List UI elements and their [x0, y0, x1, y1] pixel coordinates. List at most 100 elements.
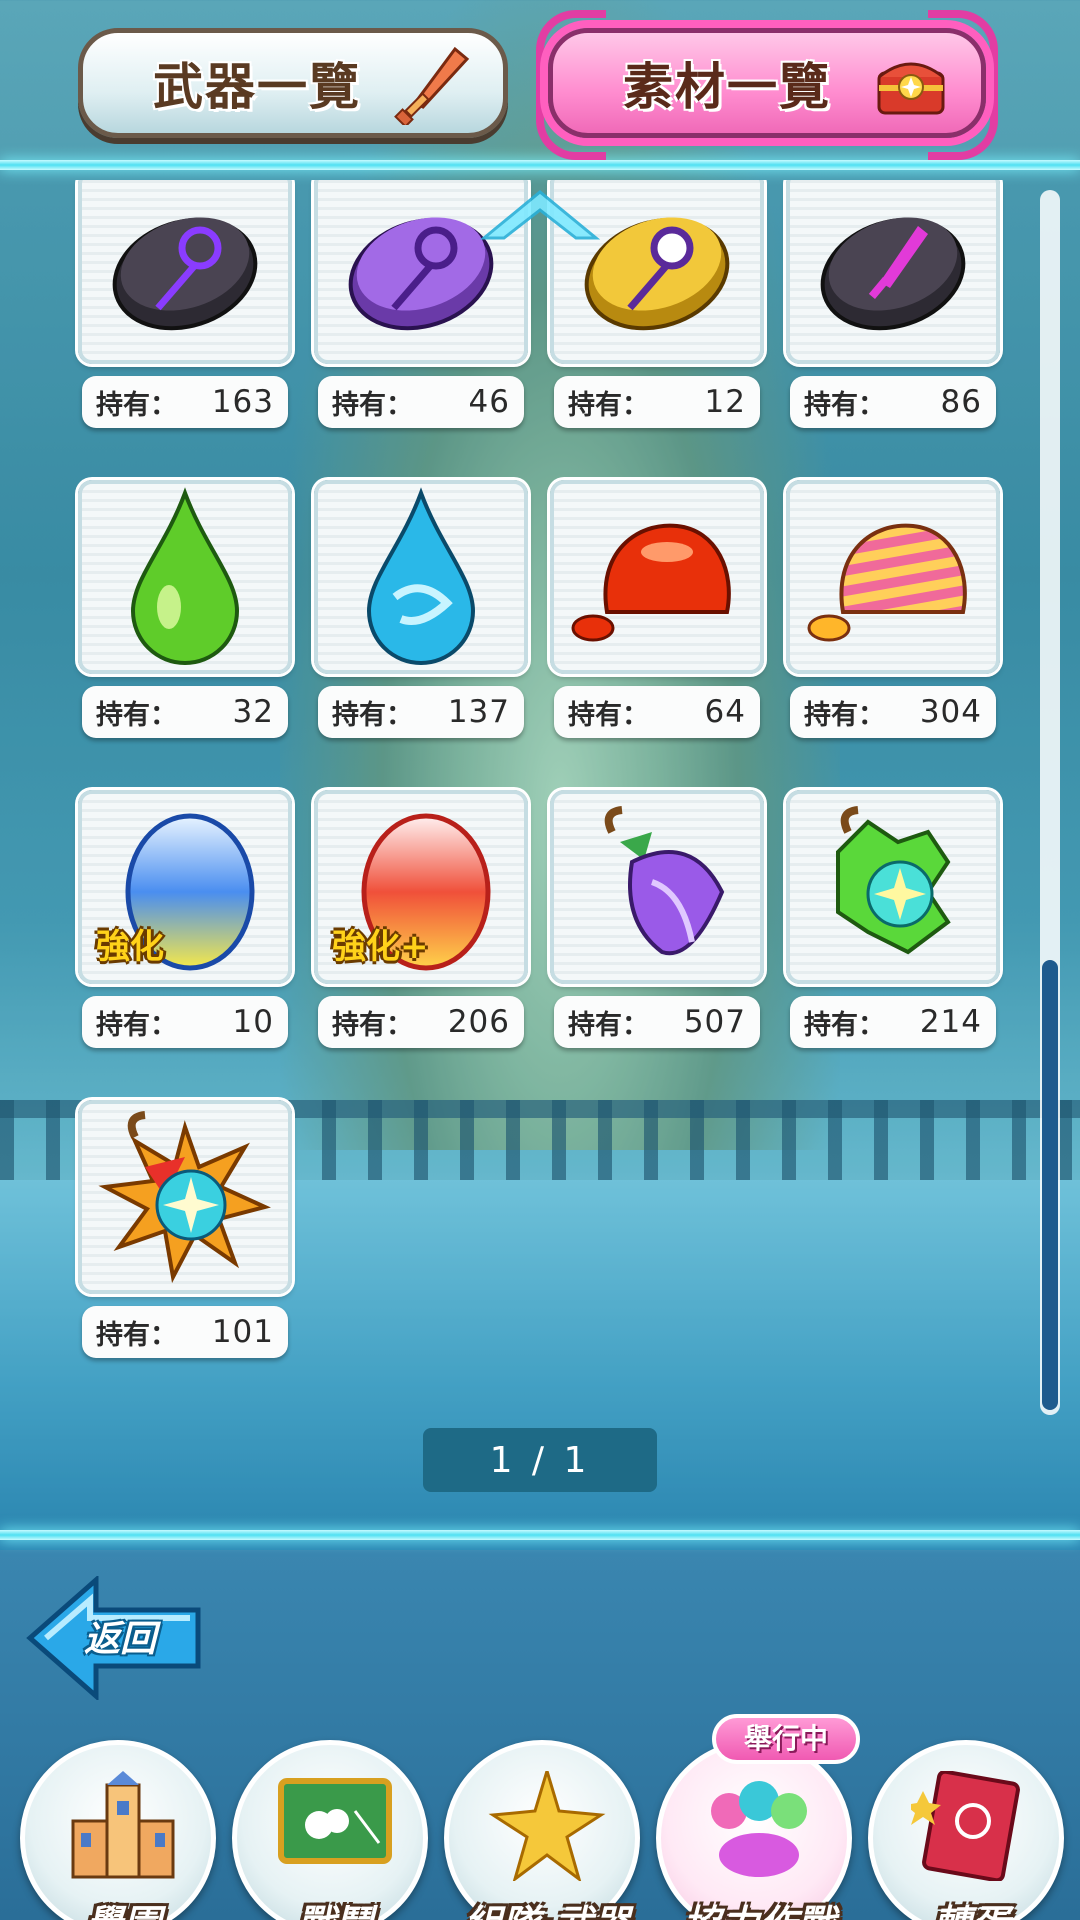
count-label: 持有：	[332, 1009, 413, 1041]
nav-coop-label: 協力作戰	[661, 1893, 857, 1920]
gacha-book-icon	[911, 1771, 1020, 1881]
material-frame	[78, 180, 292, 364]
count-value: 12	[704, 384, 746, 420]
count-label: 持有：	[804, 1009, 885, 1041]
chalkboard-icon	[278, 1778, 392, 1864]
back-button[interactable]: 返回	[26, 1574, 206, 1702]
count-label: 持有：	[96, 1319, 177, 1351]
count-label: 持有：	[96, 1009, 177, 1041]
material-count: 持有： 507	[554, 996, 760, 1048]
count-label: 持有：	[568, 699, 649, 731]
tab-weapons-label: 武器一覽	[153, 58, 361, 116]
enhance-plus-badge: 強化+	[332, 927, 429, 967]
count-value: 10	[232, 1004, 274, 1040]
count-value: 214	[919, 1004, 982, 1040]
material-count: 持有： 46	[318, 376, 524, 428]
nav-academy-label: 學園	[25, 1893, 221, 1920]
material-count: 持有： 12	[554, 376, 760, 428]
count-label: 持有：	[96, 699, 177, 731]
material-count: 持有： 10	[82, 996, 288, 1048]
material-frame	[550, 480, 764, 674]
count-label: 持有：	[804, 389, 885, 421]
count-value: 64	[704, 694, 746, 730]
nav-battle-label: 戰鬥	[237, 1893, 433, 1920]
material-item[interactable]: 持有： 304	[786, 480, 1000, 744]
material-item[interactable]: 持有： 137	[314, 480, 528, 744]
material-count: 持有： 64	[554, 686, 760, 738]
count-label: 持有：	[96, 389, 177, 421]
material-frame	[314, 480, 528, 674]
tab-bar: 武器一覽 素材一覽	[0, 0, 1080, 170]
material-count: 持有： 163	[82, 376, 288, 428]
material-item[interactable]: 持有： 101	[78, 1100, 292, 1364]
rune-stone-icon	[112, 217, 258, 331]
tab-weapons[interactable]: 武器一覽	[78, 28, 508, 138]
count-value: 507	[683, 1004, 746, 1040]
material-frame	[550, 790, 764, 984]
material-count: 持有： 86	[790, 376, 996, 428]
material-count: 持有： 304	[790, 686, 996, 738]
count-label: 持有：	[332, 389, 413, 421]
material-frame	[786, 790, 1000, 984]
material-count: 持有： 137	[318, 686, 524, 738]
count-value: 86	[940, 384, 982, 420]
nav-team-weapons[interactable]: 組隊·武器	[444, 1740, 640, 1920]
material-frame	[786, 180, 1000, 364]
back-label: 返回	[84, 1619, 157, 1660]
nav-academy[interactable]: 學園	[20, 1740, 216, 1920]
academy-building-icon	[71, 1771, 175, 1879]
bottom-nav: 學園 戰鬥 組隊·武器 協力作戰 轉蛋	[0, 1720, 1080, 1920]
materials-grid: 持有： 163 持有： 46 持有： 12 持有： 86 持有： 32 持有： …	[78, 180, 1000, 1364]
count-label: 持有：	[568, 389, 649, 421]
scrollbar-thumb[interactable]	[1042, 960, 1058, 1410]
material-count: 持有： 206	[318, 996, 524, 1048]
purple-fruit-icon	[604, 806, 725, 956]
material-item[interactable]: 持有： 163	[78, 180, 292, 434]
material-frame: 強化+	[314, 790, 528, 984]
sword-icon	[394, 46, 470, 125]
page-indicator: 1 / 1	[423, 1428, 657, 1492]
enhance-badge: 強化	[96, 927, 164, 967]
nav-battle[interactable]: 戰鬥	[232, 1740, 428, 1920]
scrollbar[interactable]	[1040, 190, 1060, 1415]
count-value: 137	[447, 694, 510, 730]
star-burst-icon	[488, 1771, 606, 1881]
panel-bottom-border	[0, 1530, 1080, 1540]
material-item[interactable]: 持有： 32	[78, 480, 292, 744]
count-label: 持有：	[804, 699, 885, 731]
event-ongoing-badge: 舉行中	[712, 1714, 860, 1764]
material-frame	[786, 480, 1000, 674]
tab-materials[interactable]: 素材一覽	[548, 28, 986, 138]
materials-scroll-area[interactable]: 持有： 163 持有： 46 持有： 12 持有： 86 持有： 32 持有： …	[0, 180, 1040, 1420]
material-frame	[78, 480, 292, 674]
material-frame: 強化	[78, 790, 292, 984]
green-fruit-icon	[836, 806, 951, 955]
nav-coop[interactable]: 協力作戰	[656, 1740, 852, 1920]
material-item[interactable]: 持有： 507	[550, 790, 764, 1054]
blue-drop-icon	[366, 487, 476, 665]
count-label: 持有：	[568, 1009, 649, 1041]
count-value: 206	[447, 1004, 510, 1040]
nav-team-weapons-label: 組隊·武器	[449, 1893, 645, 1920]
material-item[interactable]: 持有： 64	[550, 480, 764, 744]
count-label: 持有：	[332, 699, 413, 731]
green-drop-icon	[130, 487, 240, 665]
scroll-up-arrow-icon[interactable]	[478, 182, 602, 244]
red-slime-icon	[571, 523, 731, 642]
nav-gacha-label: 轉蛋	[873, 1893, 1069, 1920]
count-value: 32	[232, 694, 274, 730]
material-item[interactable]: 持有： 214	[786, 790, 1000, 1054]
count-value: 101	[211, 1314, 274, 1350]
tab-materials-label: 素材一覽	[623, 58, 831, 116]
striped-slime-icon	[807, 523, 967, 642]
material-count: 持有： 101	[82, 1306, 288, 1358]
material-count: 持有： 32	[82, 686, 288, 738]
material-item[interactable]: 強化+ 持有： 206	[314, 790, 528, 1054]
material-frame	[78, 1100, 292, 1294]
material-item[interactable]: 持有： 86	[786, 180, 1000, 434]
material-item[interactable]: 強化 持有： 10	[78, 790, 292, 1054]
rainbow-fruit-icon	[98, 1111, 271, 1284]
material-count: 持有： 214	[790, 996, 996, 1048]
nav-gacha[interactable]: 轉蛋	[868, 1740, 1064, 1920]
count-value: 304	[919, 694, 982, 730]
